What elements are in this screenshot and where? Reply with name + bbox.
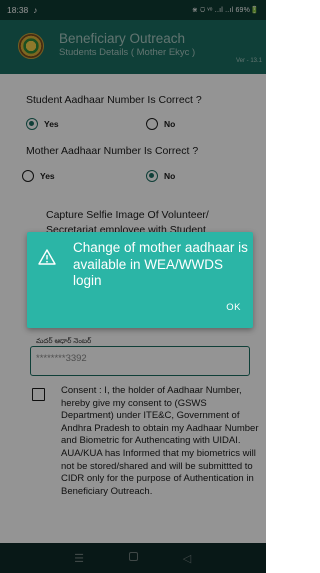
warning-icon xyxy=(38,249,56,265)
info-dialog: Change of mother aadhaar is available in… xyxy=(27,232,253,328)
dialog-ok-button[interactable]: OK xyxy=(226,302,241,313)
dialog-message: Change of mother aadhaar is available in… xyxy=(73,240,248,288)
